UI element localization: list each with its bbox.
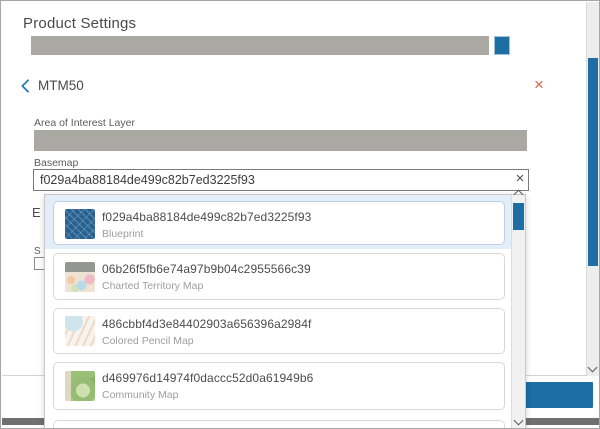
primary-action-button[interactable] <box>523 382 593 408</box>
basemap-option-id: d469976d14974f0daccc52d0a61949b6 <box>102 371 313 385</box>
colored-pencil-map-thumbnail <box>65 316 95 346</box>
blueprint-map-thumbnail <box>65 209 95 239</box>
basemap-option-id: f029a4ba88184de499c82b7ed3225f93 <box>102 210 311 224</box>
area-of-interest-label: Area of Interest Layer <box>34 117 135 129</box>
basemap-option-name: Blueprint <box>102 228 311 240</box>
basemap-option-name: Colored Pencil Map <box>102 335 311 347</box>
community-map-thumbnail <box>65 371 95 401</box>
product-settings-window: Product Settings MTM50 × Area of Interes… <box>0 0 600 429</box>
close-icon[interactable]: × <box>534 75 544 95</box>
basemap-option-name: Charted Territory Map <box>102 280 311 292</box>
product-name-label[interactable]: MTM50 <box>38 78 84 93</box>
redacted-field-bar <box>31 36 489 55</box>
basemap-option-id: 06b26f5fb6e74a97b9b04c2955566c39 <box>102 262 311 276</box>
panel-scrollbar-thumb[interactable] <box>588 58 598 266</box>
obscured-field-fragment: S <box>34 246 41 257</box>
basemap-option-community[interactable]: d469976d14974f0daccc52d0a61949b6 Communi… <box>53 362 505 410</box>
back-chevron-icon[interactable] <box>21 79 35 93</box>
obscured-field-fragment: E <box>32 205 41 220</box>
dropdown-scrollbar-track[interactable] <box>511 195 525 429</box>
basemap-option-charted-territory[interactable]: 06b26f5fb6e74a97b9b04c2955566c39 Charted… <box>53 253 505 300</box>
page-title: Product Settings <box>23 15 136 32</box>
clear-input-icon[interactable]: × <box>511 170 529 187</box>
basemap-option-blueprint[interactable]: f029a4ba88184de499c82b7ed3225f93 Bluepri… <box>53 201 505 245</box>
basemap-label: Basemap <box>34 157 78 169</box>
basemap-option-colored-pencil[interactable]: 486cbbf4d3e84402903a656396a2984f Colored… <box>53 308 505 354</box>
basemap-option-name: Community Map <box>102 389 313 401</box>
blue-accent-square[interactable] <box>494 36 510 55</box>
basemap-option-partial[interactable] <box>53 420 505 429</box>
basemap-option-id: 486cbbf4d3e84402903a656396a2984f <box>102 317 311 331</box>
charted-territory-map-thumbnail <box>65 262 95 292</box>
area-of-interest-redacted-select[interactable] <box>34 130 527 151</box>
basemap-input[interactable] <box>33 169 529 191</box>
dropdown-scrollbar-thumb[interactable] <box>513 203 524 230</box>
basemap-dropdown-list: f029a4ba88184de499c82b7ed3225f93 Bluepri… <box>44 194 526 429</box>
